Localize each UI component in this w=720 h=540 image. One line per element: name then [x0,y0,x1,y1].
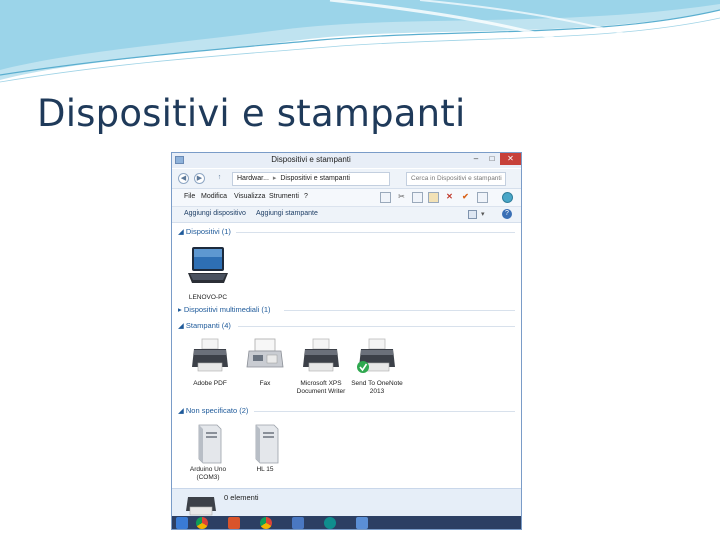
window-title: Dispositivi e stampanti [271,155,351,164]
printer-label: Microsoft XPS Document Writer [296,380,346,395]
printer-label: Send To OneNote 2013 [351,380,403,395]
delete-icon[interactable]: ✕ [444,192,455,203]
menu-item-edit[interactable]: Modifica [201,193,227,200]
group-header-printers[interactable]: ◢ Stampanti (4) [178,321,231,330]
group-divider [254,411,515,412]
group-multimedia-label: Dispositivi multimediali (1) [183,305,271,314]
printer-xps[interactable]: Microsoft XPS Document Writer [293,337,349,396]
window-titlebar: Dispositivi e stampanti – □ ✕ [172,153,521,168]
breadcrumb-devices-printers[interactable]: Dispositivi e stampanti [280,175,350,182]
device-label: Arduino Uno (COM3) [189,466,227,481]
slide-title: Dispositivi e stampanti [37,92,466,135]
help-button[interactable]: ? [502,209,512,219]
breadcrumb-hardware[interactable]: Hardwar... [237,175,269,182]
menu-item-file[interactable]: File [184,193,195,200]
printer-send-to-onenote[interactable]: Send To OneNote 2013 [349,337,405,396]
printer-adobe-pdf[interactable]: Adobe PDF [182,337,238,388]
menu-item-help[interactable]: ? [304,193,308,200]
group-devices-label: Dispositivi (1) [185,227,231,236]
devices-printers-window: Dispositivi e stampanti – □ ✕ ◀ ▶ ↑ Hard… [171,152,522,530]
layout-icon[interactable] [380,192,391,203]
group-divider [236,232,515,233]
printer-icon [357,338,395,373]
paste-icon[interactable] [428,192,439,203]
breadcrumb-separator-icon: ▸ [272,175,277,182]
add-device-button[interactable]: Aggiungi dispositivo [184,210,246,217]
group-divider [284,310,515,311]
minimize-button[interactable]: – [468,153,484,165]
device-label: LENOVO-PC [188,294,228,301]
globe-icon[interactable] [502,192,513,203]
computer-tower-icon [255,424,279,464]
menu-bar: File Modifica Visualizza Strumenti ? ✂ ✕… [172,189,521,207]
computer-tower-icon [198,424,222,464]
copy-icon[interactable] [412,192,423,203]
close-button[interactable]: ✕ [500,153,521,165]
printer-icon [303,338,339,372]
group-divider [238,326,515,327]
back-button[interactable]: ◀ [178,173,189,184]
printer-fax[interactable]: Fax [237,337,293,388]
maximize-button[interactable]: □ [484,153,500,165]
cut-icon[interactable]: ✂ [396,192,407,203]
forward-button[interactable]: ▶ [194,173,205,184]
group-printers-label: Stampanti (4) [185,321,231,330]
checkmark-icon [357,361,369,373]
group-header-unspecified[interactable]: ◢ Non specificato (2) [178,406,248,415]
address-bar-row: ◀ ▶ ↑ Hardwar... ▸ Dispositivi e stampan… [172,169,521,189]
printer-icon [186,497,216,516]
add-printer-button[interactable]: Aggiungi stampante [256,210,318,217]
arduino-icon[interactable] [324,517,336,529]
group-unspecified-label: Non specificato (2) [185,406,249,415]
printer-icon [192,338,228,372]
search-input[interactable]: Cerca in Dispositivi e stampanti [406,172,506,186]
laptop-icon [188,247,228,283]
device-arduino[interactable]: Arduino Uno (COM3) [180,423,236,482]
start-icon[interactable] [176,517,188,529]
chrome-icon[interactable] [260,517,272,529]
chrome-icon[interactable] [196,517,208,529]
command-bar: Aggiungi dispositivo Aggiungi stampante … [172,207,521,223]
details-pane: 0 elementi [172,488,521,516]
group-header-devices[interactable]: ◢ Dispositivi (1) [178,227,231,236]
menu-item-tools[interactable]: Strumenti [269,193,299,200]
group-header-multimedia[interactable]: ▸ Dispositivi multimediali (1) [178,305,271,314]
devices-content-area: ◢ Dispositivi (1) LENOVO-PC ▸ Dispositiv… [172,223,521,489]
view-options-icon[interactable] [468,210,477,219]
device-laptop[interactable]: LENOVO-PC [180,243,236,302]
word-icon[interactable] [292,517,304,529]
printer-label: Adobe PDF [193,380,227,387]
folder-options-icon[interactable] [477,192,488,203]
office-icon[interactable] [228,517,240,529]
view-dropdown-chevron-icon[interactable]: ▾ [481,210,485,218]
printer-label: Fax [259,380,271,387]
app-icon[interactable] [356,517,368,529]
menu-item-view[interactable]: Visualizza [234,193,265,200]
fax-icon [246,338,284,368]
taskbar [172,516,521,529]
item-count: 0 elementi [224,493,259,502]
device-hl15[interactable]: HL 15 [237,423,293,474]
checkmark-properties-icon[interactable]: ✔ [460,192,471,203]
up-button[interactable]: ↑ [214,173,225,184]
address-input[interactable]: Hardwar... ▸ Dispositivi e stampanti [232,172,390,186]
device-label: HL 15 [256,466,274,473]
